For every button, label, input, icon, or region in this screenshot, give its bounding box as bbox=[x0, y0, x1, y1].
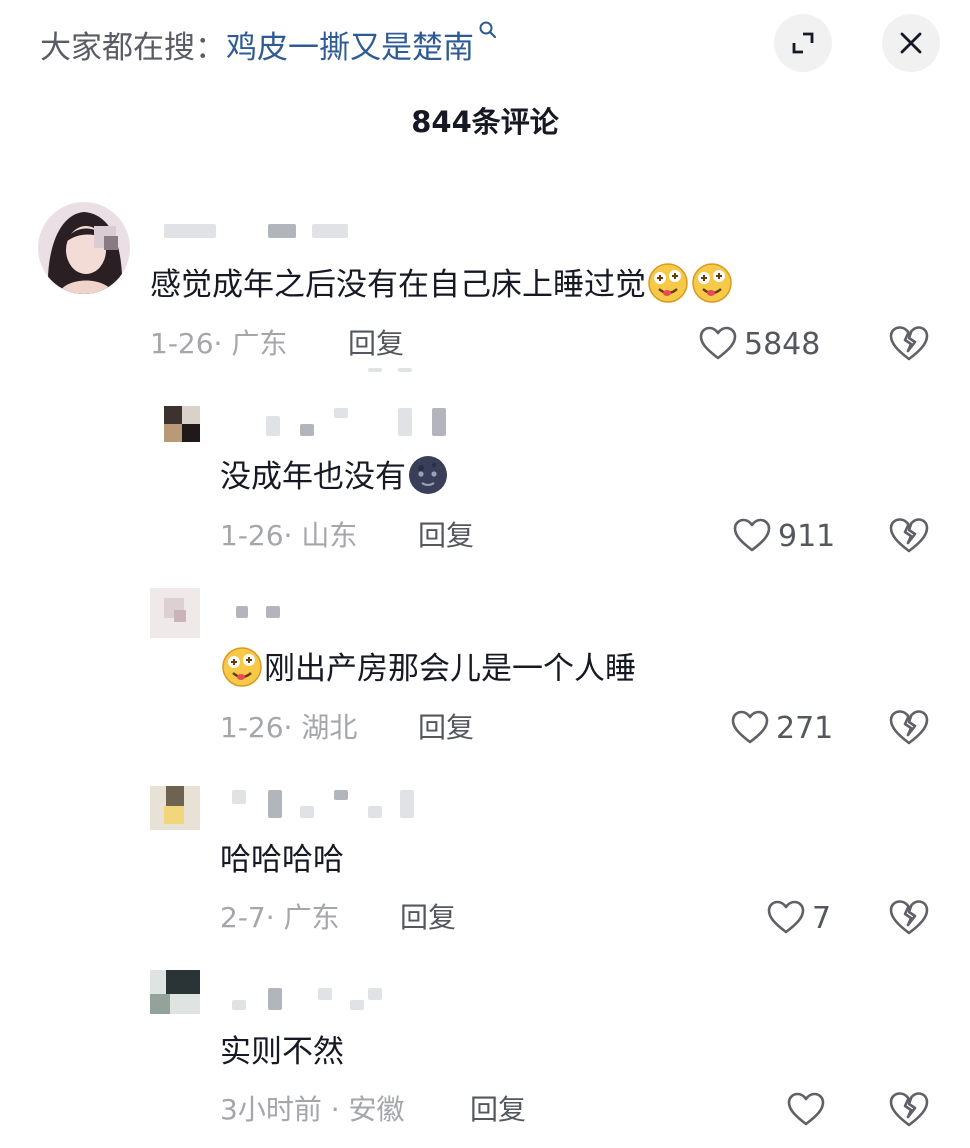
broken-heart-icon[interactable] bbox=[888, 323, 930, 365]
reply-button[interactable]: 回复 bbox=[400, 898, 456, 938]
new-moon-face-emoji bbox=[407, 454, 449, 496]
heart-icon bbox=[732, 516, 772, 556]
comment-text-content: 刚出产房那会儿是一个人睡 bbox=[264, 651, 636, 687]
avatar[interactable] bbox=[164, 406, 200, 442]
reply-button[interactable]: 回复 bbox=[418, 708, 474, 748]
like-count: 911 bbox=[778, 518, 836, 554]
like-count: 7 bbox=[812, 900, 832, 936]
comment-text: 哈哈哈哈 bbox=[220, 842, 344, 878]
trending-search-hint[interactable]: 大家都在搜：鸡皮一撕又是楚南 bbox=[40, 20, 498, 70]
like-button[interactable]: 5848 bbox=[698, 324, 820, 364]
comment-date-location: 3小时前 · 安徽 bbox=[220, 1093, 405, 1126]
like-button[interactable]: 7 bbox=[766, 898, 831, 938]
avatar[interactable] bbox=[150, 588, 200, 638]
like-button[interactable]: 911 bbox=[732, 516, 835, 556]
comment-text-content: 感觉成年之后没有在自己床上睡过觉 bbox=[150, 267, 646, 303]
close-icon bbox=[900, 32, 922, 54]
comment-date-location: 1-26· 广东 bbox=[150, 327, 288, 360]
comment-date-location: 1-26· 山东 bbox=[220, 519, 358, 552]
trending-search-term[interactable]: 鸡皮一撕又是楚南 bbox=[226, 30, 474, 66]
divider bbox=[368, 368, 382, 372]
comment-count-title: 844条评论 bbox=[411, 105, 559, 139]
heart-icon bbox=[698, 324, 738, 364]
avatar[interactable] bbox=[38, 202, 130, 294]
like-count: 5848 bbox=[744, 326, 821, 362]
comment-date-location: 2-7· 广东 bbox=[220, 901, 340, 934]
avatar[interactable] bbox=[150, 786, 200, 830]
expand-button[interactable] bbox=[774, 14, 832, 72]
avatar[interactable] bbox=[150, 970, 200, 1014]
heart-icon bbox=[766, 898, 806, 938]
divider bbox=[398, 368, 412, 372]
like-button[interactable] bbox=[786, 1090, 832, 1130]
comment-text: 刚出产房那会儿是一个人睡 bbox=[220, 646, 636, 691]
reply-button[interactable]: 回复 bbox=[470, 1090, 526, 1130]
like-count: 271 bbox=[776, 710, 834, 746]
like-button[interactable]: 271 bbox=[730, 708, 833, 748]
heart-icon bbox=[786, 1090, 826, 1130]
comment-text: 感觉成年之后没有在自己床上睡过觉 bbox=[150, 262, 734, 307]
comment-date-location: 1-26· 湖北 bbox=[220, 711, 358, 744]
broken-heart-icon[interactable] bbox=[888, 515, 930, 557]
reply-button[interactable]: 回复 bbox=[418, 516, 474, 556]
drooling-face-emoji bbox=[647, 262, 689, 304]
comment-text: 没成年也没有 bbox=[220, 454, 450, 499]
broken-heart-icon[interactable] bbox=[888, 707, 930, 749]
top-bar: 大家都在搜：鸡皮一撕又是楚南 bbox=[0, 0, 970, 88]
heart-icon bbox=[730, 708, 770, 748]
comment-text-content: 没成年也没有 bbox=[220, 459, 406, 495]
close-button[interactable] bbox=[882, 14, 940, 72]
trending-search-prefix: 大家都在搜： bbox=[40, 30, 226, 66]
drooling-face-emoji bbox=[221, 646, 263, 688]
comment-text: 实则不然 bbox=[220, 1034, 344, 1070]
broken-heart-icon[interactable] bbox=[888, 1089, 930, 1131]
broken-heart-icon[interactable] bbox=[888, 897, 930, 939]
expand-icon bbox=[792, 32, 814, 54]
reply-button[interactable]: 回复 bbox=[348, 324, 404, 364]
search-icon bbox=[479, 21, 497, 39]
drooling-face-emoji bbox=[691, 262, 733, 304]
